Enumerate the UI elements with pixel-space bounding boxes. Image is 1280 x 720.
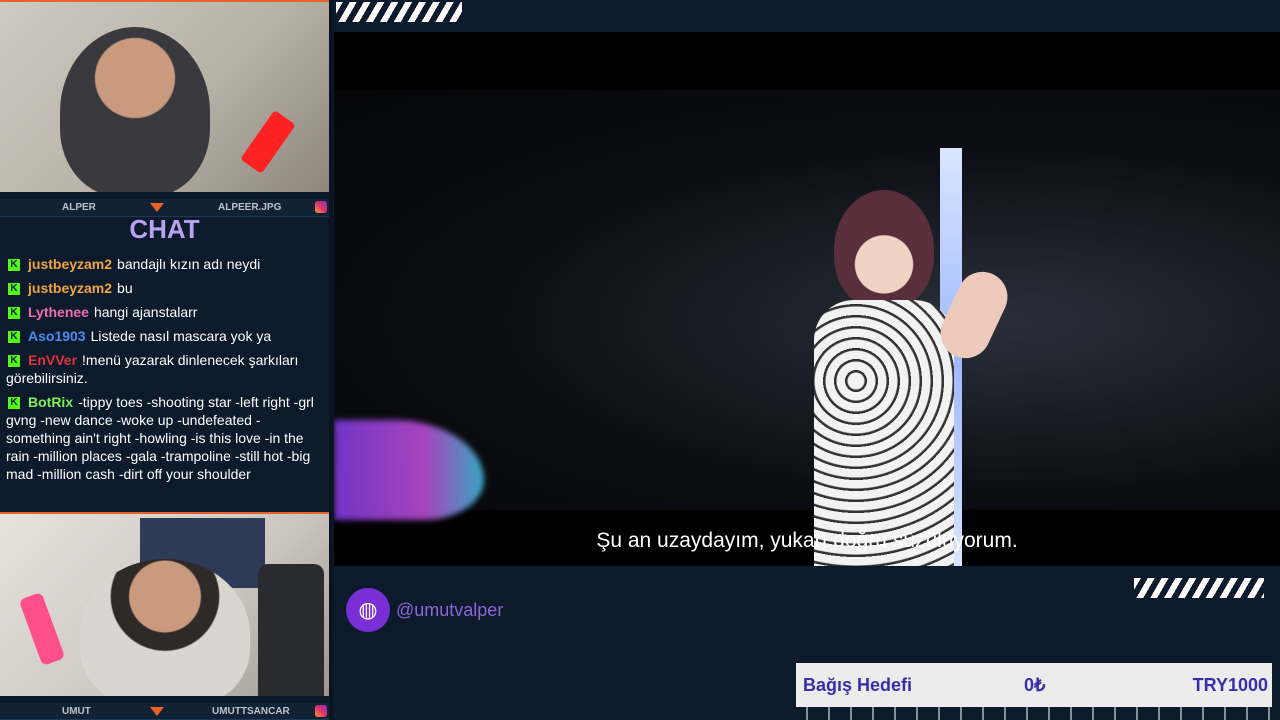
chat-text: Listede nasıl mascara yok ya (90, 328, 272, 344)
webcam-top (0, 0, 329, 192)
instagram-icon (315, 705, 327, 717)
kick-icon: K (8, 397, 20, 410)
chat-message: K EnVVer !menü yazarak dinlenecek şarkılar… (0, 348, 329, 390)
kick-icon: K (8, 283, 20, 296)
streamer-figure (60, 27, 210, 192)
chat-text: hangi ajanstalarr (93, 304, 198, 320)
webcam-bottom (0, 512, 329, 696)
stripes-decoration (1134, 578, 1264, 598)
chat-text: bandajlı kızın adı neydi (117, 256, 261, 272)
decorative-pattern (796, 707, 1272, 720)
video-player[interactable]: Şu an uzaydayım, yukarı doğru süzülüyoru… (334, 32, 1280, 566)
chat-message: K Lythenee hangi ajanstalarr (0, 300, 329, 324)
chat-username[interactable]: Lythenee (28, 304, 89, 320)
donation-label: Bağış Hedefi (803, 674, 913, 695)
chat-username[interactable]: EnVVer (28, 352, 77, 368)
pink-microphone (18, 592, 66, 666)
webcam-bottom-social: UMUTTSANCAR (212, 705, 290, 717)
performer-figure (774, 190, 1016, 566)
webcam-top-name: ALPER (62, 202, 96, 213)
chat-username[interactable]: Aso1903 (28, 328, 86, 344)
video-frame (334, 90, 1280, 566)
video-subtitle: Şu an uzaydayım, yukarı doğru süzülüyoru… (596, 529, 1018, 552)
social-handle: ◍ @umutvalper (346, 588, 503, 632)
instagram-icon (315, 201, 327, 213)
chevron-down-icon (150, 707, 164, 716)
chat-title: CHAT (129, 214, 200, 244)
microphone (240, 109, 296, 175)
kick-icon: K (8, 355, 20, 368)
donation-goal-bar: Bağış Hedefi 0₺ TRY1000 (796, 663, 1272, 707)
webcam-bottom-name: UMUT (62, 705, 91, 717)
chat-message: K BotRix -tippy toes -shooting star -left … (0, 390, 329, 486)
chat-message: Kjustbeyzam2 bu (0, 276, 329, 300)
kick-icon: K (8, 307, 20, 320)
chat-username[interactable]: BotRix (28, 394, 73, 410)
chat-message: Kjustbeyzam2 bandajlı kızın adı neydi (0, 252, 329, 276)
kick-icon: K (8, 259, 20, 272)
gaming-chair (258, 564, 324, 696)
chevron-down-icon (150, 203, 164, 212)
social-handle-text: @umutvalper (396, 599, 504, 620)
donation-current: 0₺ (1024, 674, 1046, 695)
chat-username[interactable]: justbeyzam2 (28, 280, 112, 296)
stripes-decoration (336, 2, 462, 22)
chat-message: K Aso1903 Listede nasıl mascara yok ya (0, 324, 329, 348)
chat-username[interactable]: justbeyzam2 (28, 256, 112, 272)
donation-goal: TRY1000 (1192, 674, 1268, 695)
webcam-top-social: ALPEER.JPG (218, 202, 282, 213)
divider (329, 0, 333, 720)
globe-icon: ◍ (346, 588, 390, 632)
cohost-figure (80, 559, 250, 696)
webcam-bottom-label-bar: UMUT UMUTTSANCAR (0, 703, 329, 720)
chat-list[interactable]: Kjustbeyzam2 bandajlı kızın adı neydi Kju… (0, 252, 329, 500)
light-glow (334, 420, 484, 520)
chat-text: bu (117, 280, 133, 296)
kick-icon: K (8, 331, 20, 344)
